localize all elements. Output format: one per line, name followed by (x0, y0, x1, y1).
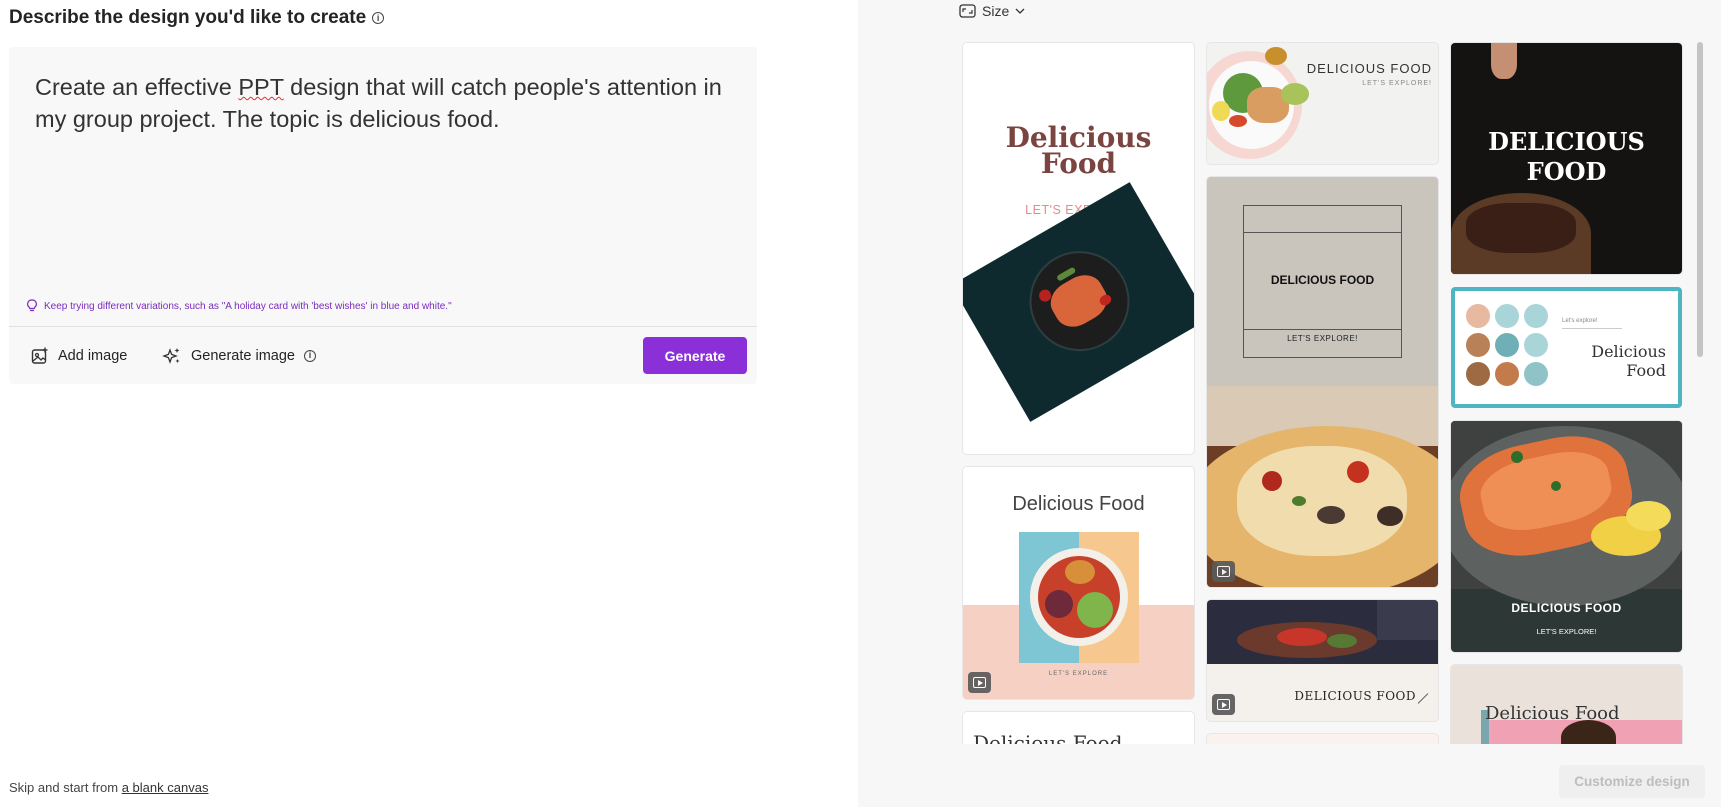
design-card[interactable]: DELICIOUS FOOD LET'S EXPLORE! (1207, 177, 1438, 587)
scrollbar[interactable] (1697, 42, 1703, 357)
sparkle-icon (162, 347, 180, 364)
info-icon[interactable]: i (303, 349, 316, 362)
design-subtitle: LET'S EXPLORE! (1362, 80, 1432, 87)
designs-grid: Delicious Food LET'S EXPLORE! Delicious F… (958, 0, 1698, 744)
generate-image-button[interactable]: Generate image i (162, 327, 316, 384)
design-title: Delicious Food (973, 731, 1123, 744)
food-photo (963, 182, 1194, 422)
video-icon (968, 672, 991, 693)
food-photo (1019, 532, 1139, 663)
generate-button[interactable]: Generate (643, 337, 747, 374)
design-card[interactable]: Let's explore! Delicious Food (1451, 287, 1682, 408)
video-icon (1212, 561, 1235, 582)
design-card[interactable]: Delicious Food (1451, 665, 1682, 744)
design-card[interactable]: Delicious Food (963, 712, 1194, 744)
video-icon (1212, 694, 1235, 715)
design-card[interactable]: Delicious Food LET'S EXPLORE (963, 467, 1194, 699)
add-image-button[interactable]: Add image (31, 327, 127, 384)
design-title: DELICIOUS FOOD (1488, 127, 1645, 186)
design-card[interactable]: Delicious Food LET'S EXPLORE! (963, 43, 1194, 454)
design-card[interactable]: DELICIOUS FOOD LET'S EXPLORE! (1207, 43, 1438, 164)
food-photo (1207, 386, 1438, 587)
design-card[interactable]: DELICIOUS FOOD (1451, 43, 1682, 274)
design-title: DELICIOUS FOOD (1511, 601, 1622, 615)
food-photo (1451, 421, 1682, 606)
design-title: Delicious Food (1012, 493, 1145, 515)
design-subtitle: LET'S EXPLORE! (1287, 334, 1358, 343)
skip-text: Skip and start from a blank canvas (9, 780, 209, 795)
design-card[interactable] (1207, 734, 1438, 744)
prompt-actions: Add image Generate image i Generate (9, 327, 757, 384)
design-title: Delicious Food (1005, 121, 1152, 180)
design-card[interactable]: DELICIOUS FOOD LET'S EXPLORE! (1451, 421, 1682, 652)
design-title: DELICIOUS FOOD (1270, 273, 1375, 287)
page-title: Describe the design you'd like to create… (9, 7, 385, 29)
tip-hint: Keep trying different variations, such a… (26, 299, 452, 313)
design-title: DELICIOUS FOOD (1306, 61, 1432, 76)
info-icon[interactable]: i (372, 12, 385, 24)
customize-design-button[interactable]: Customize design (1559, 765, 1705, 798)
prompt-textarea[interactable]: Create an effective PPT design that will… (9, 47, 757, 384)
food-photo (1207, 600, 1438, 664)
add-image-icon (31, 347, 48, 364)
design-subtitle: LET'S EXPLORE (1048, 671, 1109, 677)
design-title: Delicious Food (1485, 703, 1620, 724)
design-subtitle: Let's explore! (1562, 318, 1598, 324)
design-title: DELICIOUS FOOD (1294, 689, 1416, 703)
prompt-text[interactable]: Create an effective PPT design that will… (35, 71, 735, 135)
prompt-panel: Describe the design you'd like to create… (0, 0, 858, 807)
design-title: Delicious Food (1591, 342, 1666, 380)
design-card[interactable]: DELICIOUS FOOD (1207, 600, 1438, 721)
lightbulb-icon (27, 299, 37, 312)
design-subtitle: LET'S EXPLORE! (1536, 627, 1597, 636)
blank-canvas-link[interactable]: a blank canvas (122, 780, 209, 795)
